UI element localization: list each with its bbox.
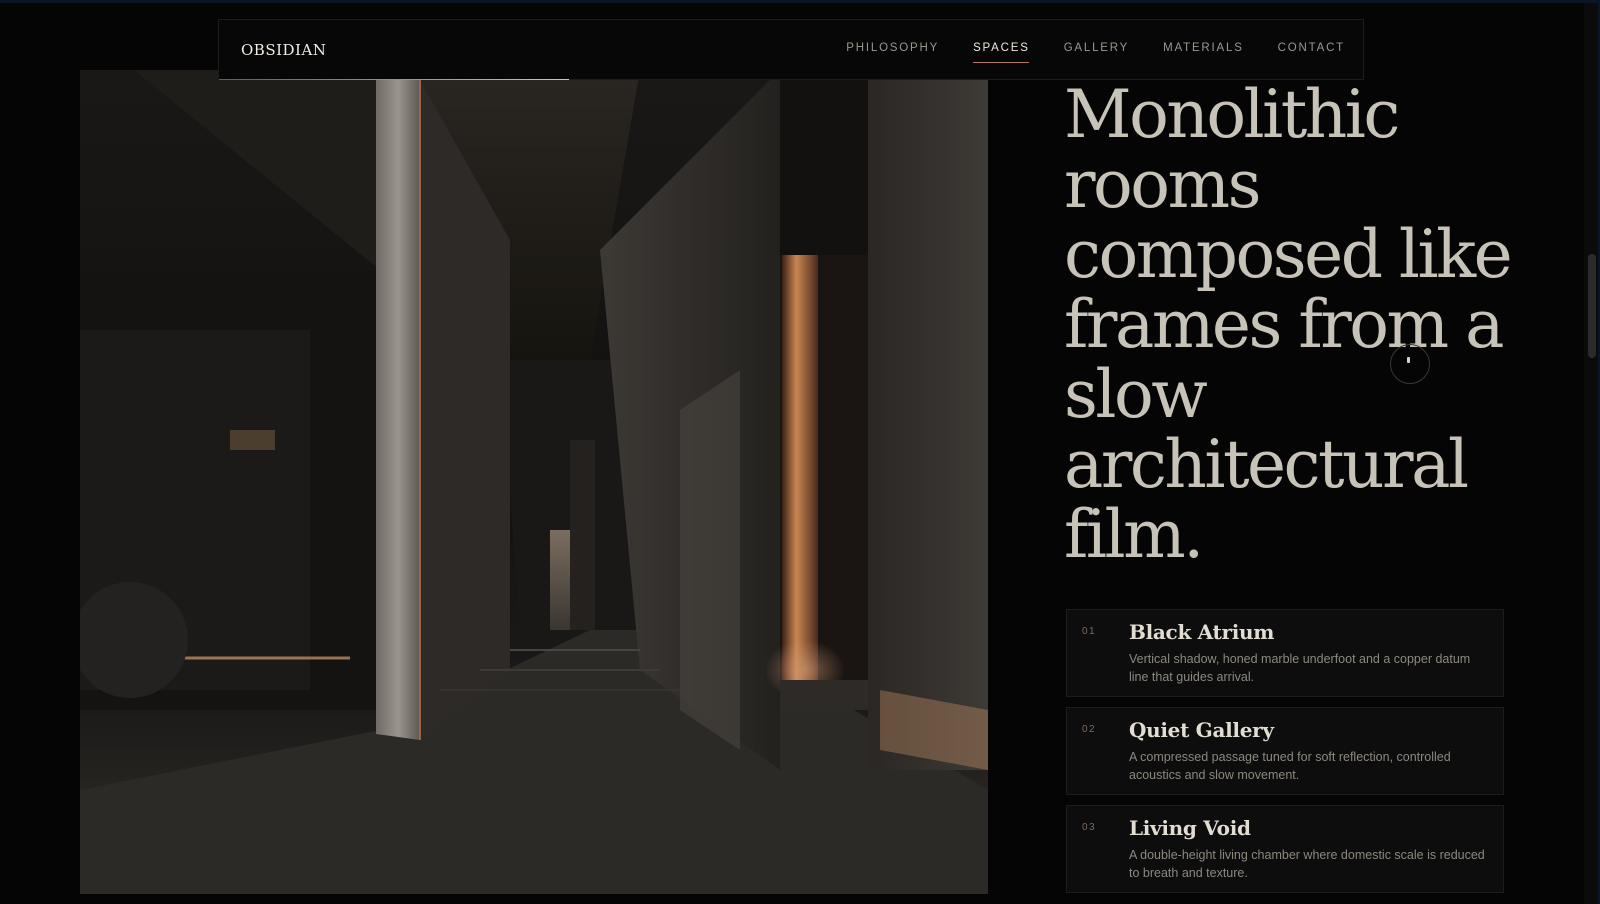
- space-title: Quiet Gallery: [1129, 718, 1274, 742]
- scrollbar-thumb[interactable]: [1588, 254, 1596, 358]
- hero-headline: Monolithic rooms composed like frames fr…: [1064, 76, 1513, 573]
- custom-cursor-ring: [1390, 344, 1430, 384]
- nav-materials[interactable]: MATERIALS: [1163, 42, 1244, 60]
- hero-image: [80, 70, 988, 894]
- space-card-black-atrium[interactable]: 01 Black Atrium Vertical shadow, honed m…: [1066, 609, 1504, 697]
- nav-spaces[interactable]: SPACES: [973, 42, 1030, 63]
- space-title: Black Atrium: [1129, 620, 1275, 644]
- main-menu: PHILOSOPHY SPACES GALLERY MATERIALS CONT…: [812, 42, 1345, 63]
- space-number: 03: [1082, 822, 1096, 833]
- space-description: A double-height living chamber where dom…: [1129, 848, 1485, 880]
- brand-logo[interactable]: OBSIDIAN: [241, 41, 326, 59]
- nav-philosophy[interactable]: PHILOSOPHY: [846, 42, 939, 60]
- scroll-progress-line: [219, 79, 569, 80]
- space-description: Vertical shadow, honed marble underfoot …: [1129, 652, 1471, 684]
- spaces-list: 01 Black Atrium Vertical shadow, honed m…: [1066, 609, 1504, 903]
- space-card-quiet-gallery[interactable]: 02 Quiet Gallery A compressed passage tu…: [1066, 707, 1504, 795]
- space-description: A compressed passage tuned for soft refl…: [1129, 750, 1451, 782]
- nav-gallery[interactable]: GALLERY: [1064, 42, 1129, 60]
- top-navigation: OBSIDIAN PHILOSOPHY SPACES GALLERY MATER…: [218, 19, 1364, 80]
- corridor-illustration: [80, 70, 988, 894]
- space-number: 02: [1082, 724, 1096, 735]
- space-title: Living Void: [1129, 816, 1251, 840]
- page-scrollbar[interactable]: [1584, 0, 1600, 904]
- space-number: 01: [1082, 626, 1096, 637]
- nav-contact[interactable]: CONTACT: [1278, 42, 1345, 60]
- custom-cursor-dot: [1407, 357, 1410, 363]
- space-card-living-void[interactable]: 03 Living Void A double-height living ch…: [1066, 805, 1504, 893]
